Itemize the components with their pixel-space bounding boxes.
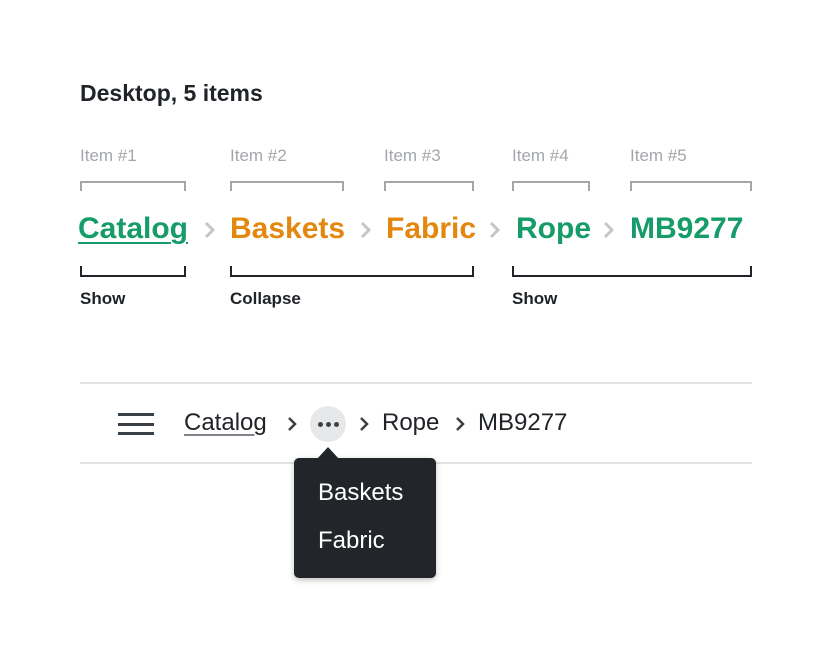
annotation-collapse: Collapse (230, 289, 301, 308)
chevron-right-icon (288, 417, 297, 431)
item-label-4: Item #4 (512, 146, 569, 165)
popover-item-fabric[interactable]: Fabric (318, 526, 385, 556)
more-horizontal-icon[interactable] (310, 406, 346, 442)
chevron-right-icon (360, 221, 372, 239)
annotation-show-2: Show (512, 289, 558, 308)
item-label-5: Item #5 (630, 146, 687, 165)
breadcrumb-mb9277: MB9277 (478, 409, 568, 436)
item-bracket-1 (80, 181, 186, 191)
crumb-fabric[interactable]: Fabric (386, 210, 476, 248)
item-bracket-3 (384, 181, 474, 191)
breadcrumb-catalog[interactable]: Catalog (184, 408, 267, 438)
hamburger-menu-icon[interactable] (118, 413, 154, 437)
annotation-show-1: Show (80, 289, 126, 308)
collapse-bracket (230, 266, 474, 277)
breadcrumb-rope[interactable]: Rope (382, 408, 439, 438)
popover-item-baskets[interactable]: Baskets (318, 478, 403, 508)
show-bracket-1 (80, 266, 186, 277)
chevron-right-icon (489, 221, 501, 239)
section-title: Desktop, 5 items (80, 80, 263, 106)
item-bracket-2 (230, 181, 344, 191)
item-label-3: Item #3 (384, 146, 441, 165)
item-bracket-5 (630, 181, 752, 191)
show-bracket-2 (512, 266, 752, 277)
divider-top (80, 382, 752, 384)
overflow-popover (294, 458, 436, 578)
item-bracket-4 (512, 181, 590, 191)
chevron-right-icon (204, 221, 216, 239)
crumb-mb9277: MB9277 (630, 212, 744, 245)
crumb-baskets[interactable]: Baskets (230, 210, 345, 248)
item-label-2: Item #2 (230, 146, 287, 165)
chevron-right-icon (360, 417, 369, 431)
chevron-right-icon (603, 221, 615, 239)
item-label-1: Item #1 (80, 146, 137, 165)
crumb-rope[interactable]: Rope (516, 210, 591, 248)
chevron-right-icon (456, 417, 465, 431)
crumb-catalog[interactable]: Catalog (78, 210, 188, 248)
